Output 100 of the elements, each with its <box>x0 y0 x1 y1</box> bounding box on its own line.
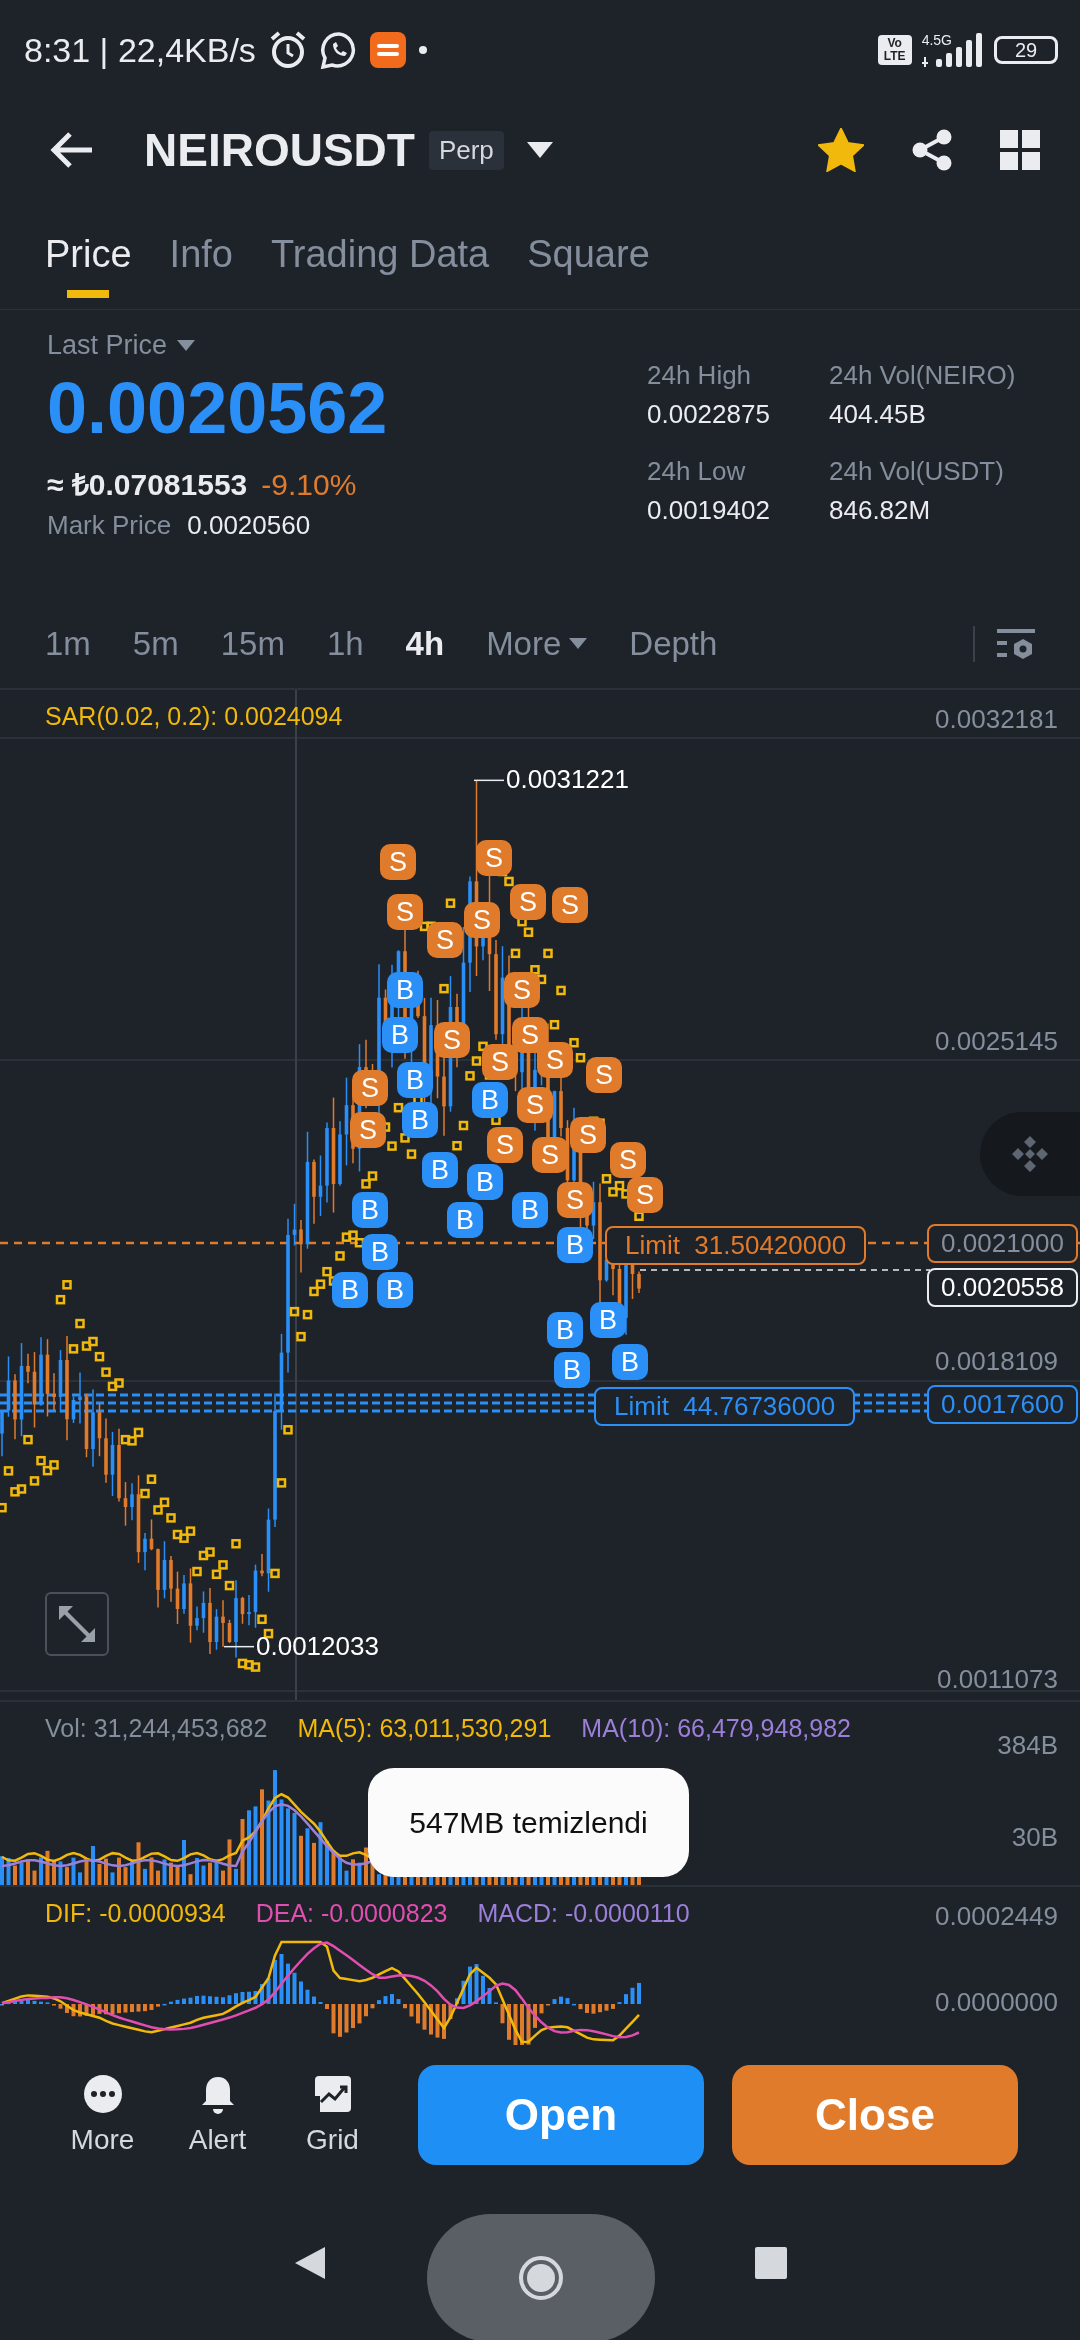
indicator-legend: Vol: 31,244,453,682 <box>45 1714 268 1743</box>
expand-button[interactable] <box>45 1592 109 1656</box>
sell-marker: S <box>352 1070 388 1106</box>
price-change: -9.10% <box>261 468 357 502</box>
macd-axis-label: 0.0002449 <box>935 1901 1058 1932</box>
more-dots-icon <box>82 2074 123 2114</box>
sell-marker: S <box>532 1137 568 1173</box>
macd-axis-label: 0.0000000 <box>935 1987 1058 2018</box>
order-price-tag: 0.0017600 <box>927 1385 1078 1424</box>
status-time: 8:31 | 22,4KB/s <box>24 30 256 70</box>
close-button[interactable]: Close <box>732 2065 1018 2165</box>
sell-marker: S <box>557 1182 593 1218</box>
last-price-value: 0.0020562 <box>47 367 389 449</box>
sell-marker: S <box>350 1112 386 1148</box>
sell-marker: S <box>610 1142 646 1178</box>
home-circle-icon <box>517 2253 565 2302</box>
buy-marker: B <box>382 1017 418 1053</box>
share-icon[interactable] <box>910 128 954 172</box>
order-price-tag: 0.0021000 <box>927 1224 1078 1263</box>
sell-marker: S <box>387 894 423 930</box>
stat-label: 24h Vol(USDT) <box>829 456 1005 487</box>
chart-settings-icon[interactable] <box>997 627 1035 661</box>
notification-dot-icon <box>417 45 428 55</box>
price-axis-label: 0.0032181 <box>935 704 1058 735</box>
tab[interactable]: Square <box>527 207 650 302</box>
interval-tab[interactable]: 4h <box>405 625 445 663</box>
interval-tab[interactable]: 5m <box>132 625 179 663</box>
diamond-icon <box>1010 1134 1050 1174</box>
sell-marker: S <box>510 884 546 920</box>
battery-indicator: 29 <box>994 36 1058 64</box>
caret-icon <box>569 638 588 650</box>
indicator-legend: DEA: -0.0000823 <box>255 1899 448 1928</box>
expand-arrows-icon <box>57 1604 97 1644</box>
back-icon[interactable] <box>293 2244 327 2281</box>
sell-marker: S <box>487 1127 523 1163</box>
toolbar-button[interactable]: Alert <box>160 2074 275 2156</box>
star-icon[interactable] <box>818 128 864 172</box>
order-label[interactable]: Limit 31.50420000 <box>605 1226 867 1265</box>
grid-icon[interactable] <box>1000 130 1040 170</box>
buy-marker: B <box>447 1202 483 1238</box>
symbol-title: NEIROUSDT <box>144 123 415 177</box>
indicator-legend: MA(10): 66,479,948,982 <box>581 1714 851 1743</box>
high-price-label: 0.0031221 <box>506 764 629 796</box>
sell-marker: S <box>380 844 416 880</box>
stat-label: 24h Low <box>647 456 747 487</box>
stat-value: 0.0019402 <box>647 495 771 526</box>
buy-marker: B <box>512 1192 548 1228</box>
buy-marker: B <box>377 1272 413 1308</box>
app-icon <box>369 32 406 68</box>
back-arrow-icon[interactable] <box>48 130 94 170</box>
sell-marker: S <box>552 887 588 923</box>
interval-dropdown[interactable]: More <box>486 625 588 663</box>
last-price-label[interactable]: Last Price <box>47 330 168 361</box>
sell-marker: S <box>512 1017 548 1053</box>
toolbar-button[interactable]: More <box>45 2074 160 2156</box>
interval-tab[interactable]: 15m <box>220 625 285 663</box>
order-label[interactable]: Limit 44.76736000 <box>594 1387 856 1426</box>
buy-marker: B <box>472 1082 508 1118</box>
tab[interactable]: Price <box>45 207 132 302</box>
volte-badge: Vo LTE <box>877 35 912 65</box>
toolbar-button[interactable]: Grid <box>275 2074 390 2156</box>
sell-marker: S <box>427 922 463 958</box>
perp-badge: Perp <box>428 130 504 170</box>
stat-label: 24h High <box>647 360 753 391</box>
stat-value: 404.45B <box>829 399 927 430</box>
open-button[interactable]: Open <box>418 2065 704 2165</box>
signal-icon <box>920 33 984 67</box>
mark-price-label: Mark Price <box>47 510 172 541</box>
stat-value: 846.82M <box>829 495 932 526</box>
interval-tab[interactable]: Depth <box>629 625 718 663</box>
sell-marker: S <box>464 902 500 938</box>
leader-line <box>223 1645 255 1648</box>
indicator-legend: MA(5): 63,011,530,291 <box>297 1714 552 1743</box>
low-price-label: 0.0012033 <box>256 1630 379 1662</box>
buy-marker: B <box>547 1312 583 1348</box>
indicator-legend: DIF: -0.0000934 <box>45 1899 226 1928</box>
sell-marker: S <box>570 1117 606 1153</box>
tab[interactable]: Trading Data <box>270 207 490 302</box>
price-axis-label: 0.0025145 <box>935 1026 1058 1057</box>
buy-marker: B <box>402 1102 438 1138</box>
buy-marker: B <box>554 1352 590 1388</box>
buy-marker: B <box>332 1272 368 1308</box>
floating-button[interactable] <box>980 1112 1080 1196</box>
buy-marker: B <box>557 1227 593 1263</box>
buy-marker: B <box>467 1164 503 1200</box>
volume-axis-label: 30B <box>1011 1822 1058 1853</box>
recents-icon[interactable] <box>755 2246 787 2279</box>
sell-marker: S <box>586 1057 622 1093</box>
chat-bubble-icon <box>319 31 358 69</box>
tab[interactable]: Info <box>169 207 233 302</box>
leader-line <box>473 779 505 782</box>
stat-value: 0.0022875 <box>647 399 771 430</box>
sell-marker: S <box>537 1042 573 1078</box>
interval-tab[interactable]: 1m <box>45 625 91 663</box>
sar-indicator-label: SAR(0.02, 0.2): 0.0024094 <box>45 702 343 731</box>
buy-marker: B <box>612 1344 648 1380</box>
stat-label: 24h Vol(NEIRO) <box>829 360 1017 391</box>
interval-tab[interactable]: 1h <box>326 625 364 663</box>
caret-icon[interactable] <box>525 140 554 160</box>
price-axis-label: 0.0011073 <box>937 1664 1058 1695</box>
